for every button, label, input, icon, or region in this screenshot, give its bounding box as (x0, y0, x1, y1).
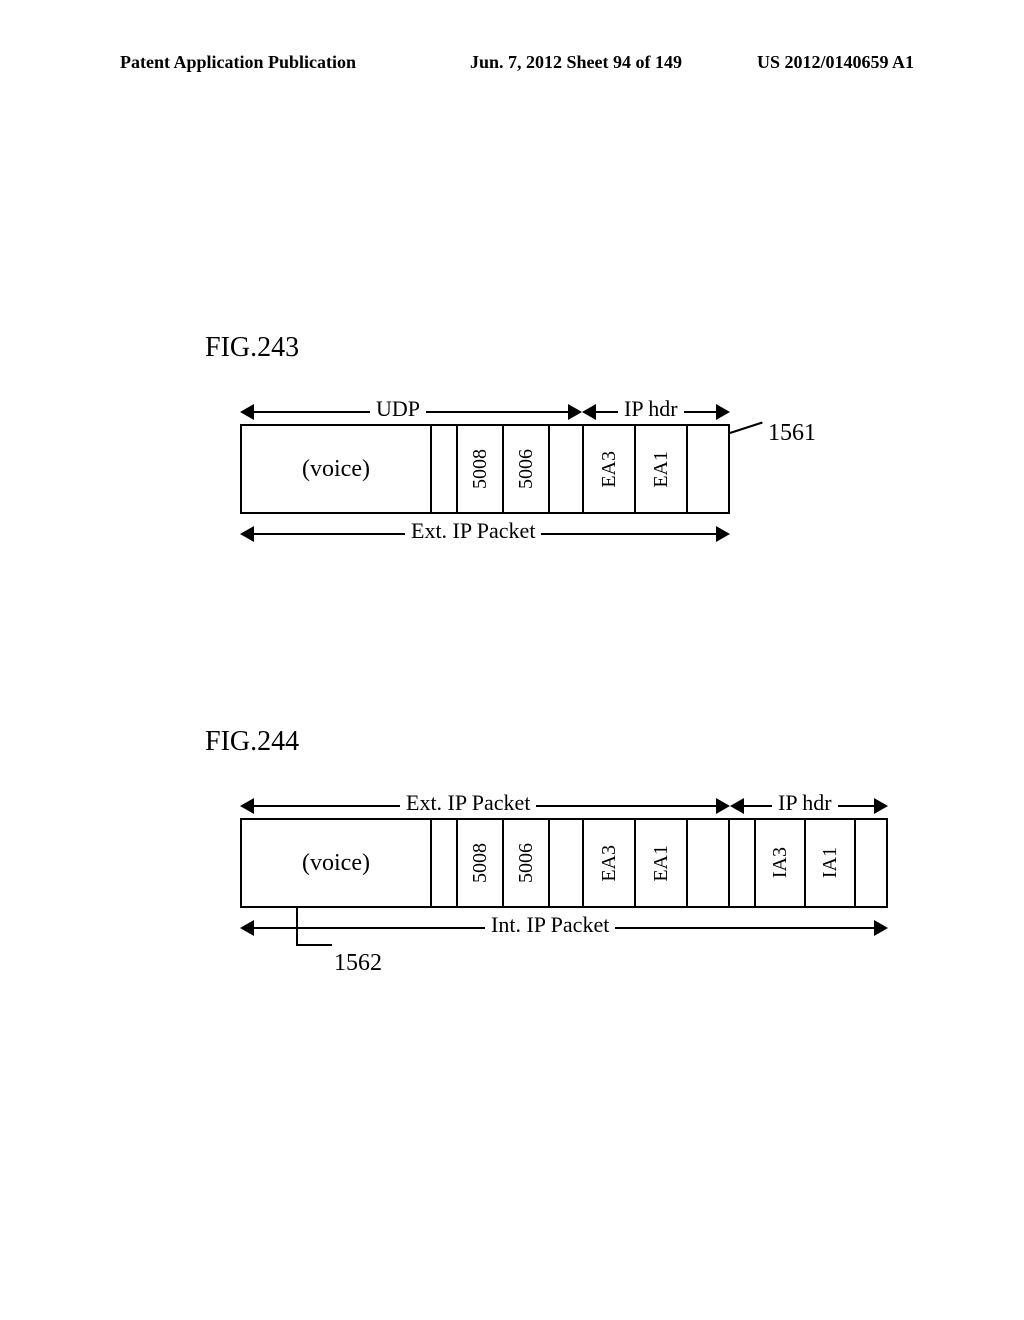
fig243-packet: (voice) 5008 5006 EA3 EA1 (240, 424, 730, 514)
fig244-gap4 (728, 818, 756, 908)
fig244-dim-iphdr: IP hdr (730, 794, 888, 818)
fig244-ia1-cell: IA1 (804, 818, 856, 908)
header-right: US 2012/0140659 A1 (757, 52, 914, 73)
fig243-dim-iphdr: IP hdr (582, 400, 730, 424)
fig244-ia3-text: IA3 (769, 847, 792, 878)
fig244-gap2 (548, 818, 584, 908)
fig243-ea1-cell: EA1 (634, 424, 688, 514)
fig243-dim-udp-label: UDP (370, 396, 426, 422)
page: Patent Application Publication Jun. 7, 2… (0, 0, 1024, 1320)
fig243-ref-leader (730, 422, 763, 434)
fig244-dim-int-label: Int. IP Packet (485, 912, 615, 938)
fig244-ea3-text: EA3 (598, 845, 621, 882)
fig244-ea3-cell: EA3 (582, 818, 636, 908)
fig243-5006-text: 5006 (515, 449, 538, 489)
fig244-packet: (voice) 5008 5006 EA3 EA1 IA3 IA1 (240, 818, 888, 908)
fig244-gap1 (430, 818, 458, 908)
fig244-ref-leader-v (296, 908, 298, 944)
fig243-5008-cell: 5008 (456, 424, 504, 514)
fig243-gap3 (686, 424, 730, 514)
header-mid: Jun. 7, 2012 Sheet 94 of 149 (470, 52, 682, 73)
fig244-5006-text: 5006 (515, 843, 538, 883)
fig243-gap2 (548, 424, 584, 514)
fig243-dim-ext-label: Ext. IP Packet (405, 518, 541, 544)
fig243-5006-cell: 5006 (502, 424, 550, 514)
fig243-dim-udp: UDP (240, 400, 582, 424)
fig243-ea1-text: EA1 (650, 451, 673, 488)
fig243-ref: 1561 (768, 420, 816, 447)
header-left: Patent Application Publication (120, 52, 356, 73)
fig244-ia3-cell: IA3 (754, 818, 806, 908)
fig244-ea1-cell: EA1 (634, 818, 688, 908)
fig244-ia1-text: IA1 (819, 847, 842, 878)
fig243-ea3-text: EA3 (598, 451, 621, 488)
fig243-5008-text: 5008 (469, 449, 492, 489)
fig244-gap3 (686, 818, 730, 908)
fig244-label: FIG.244 (205, 726, 299, 758)
fig243-dim-iphdr-label: IP hdr (618, 396, 684, 422)
fig244-ea1-text: EA1 (650, 845, 673, 882)
fig243-dim-ext: Ext. IP Packet (240, 522, 730, 546)
fig244-ref-leader-h (296, 944, 332, 946)
fig244-dim-ext-label: Ext. IP Packet (400, 790, 536, 816)
fig243-label: FIG.243 (205, 332, 299, 364)
fig244-5006-cell: 5006 (502, 818, 550, 908)
fig244-dim-iphdr-label: IP hdr (772, 790, 838, 816)
fig243-voice-text: (voice) (302, 456, 370, 483)
fig244-voice-text: (voice) (302, 850, 370, 877)
fig243-voice-cell: (voice) (240, 424, 432, 514)
fig244-dim-ext: Ext. IP Packet (240, 794, 730, 818)
fig243-ea3-cell: EA3 (582, 424, 636, 514)
fig244-ref: 1562 (334, 950, 382, 977)
fig244-dim-int: Int. IP Packet (240, 916, 888, 940)
fig244-5008-text: 5008 (469, 843, 492, 883)
fig244-5008-cell: 5008 (456, 818, 504, 908)
fig244-gap5 (854, 818, 888, 908)
fig243-gap1 (430, 424, 458, 514)
fig244-voice-cell: (voice) (240, 818, 432, 908)
